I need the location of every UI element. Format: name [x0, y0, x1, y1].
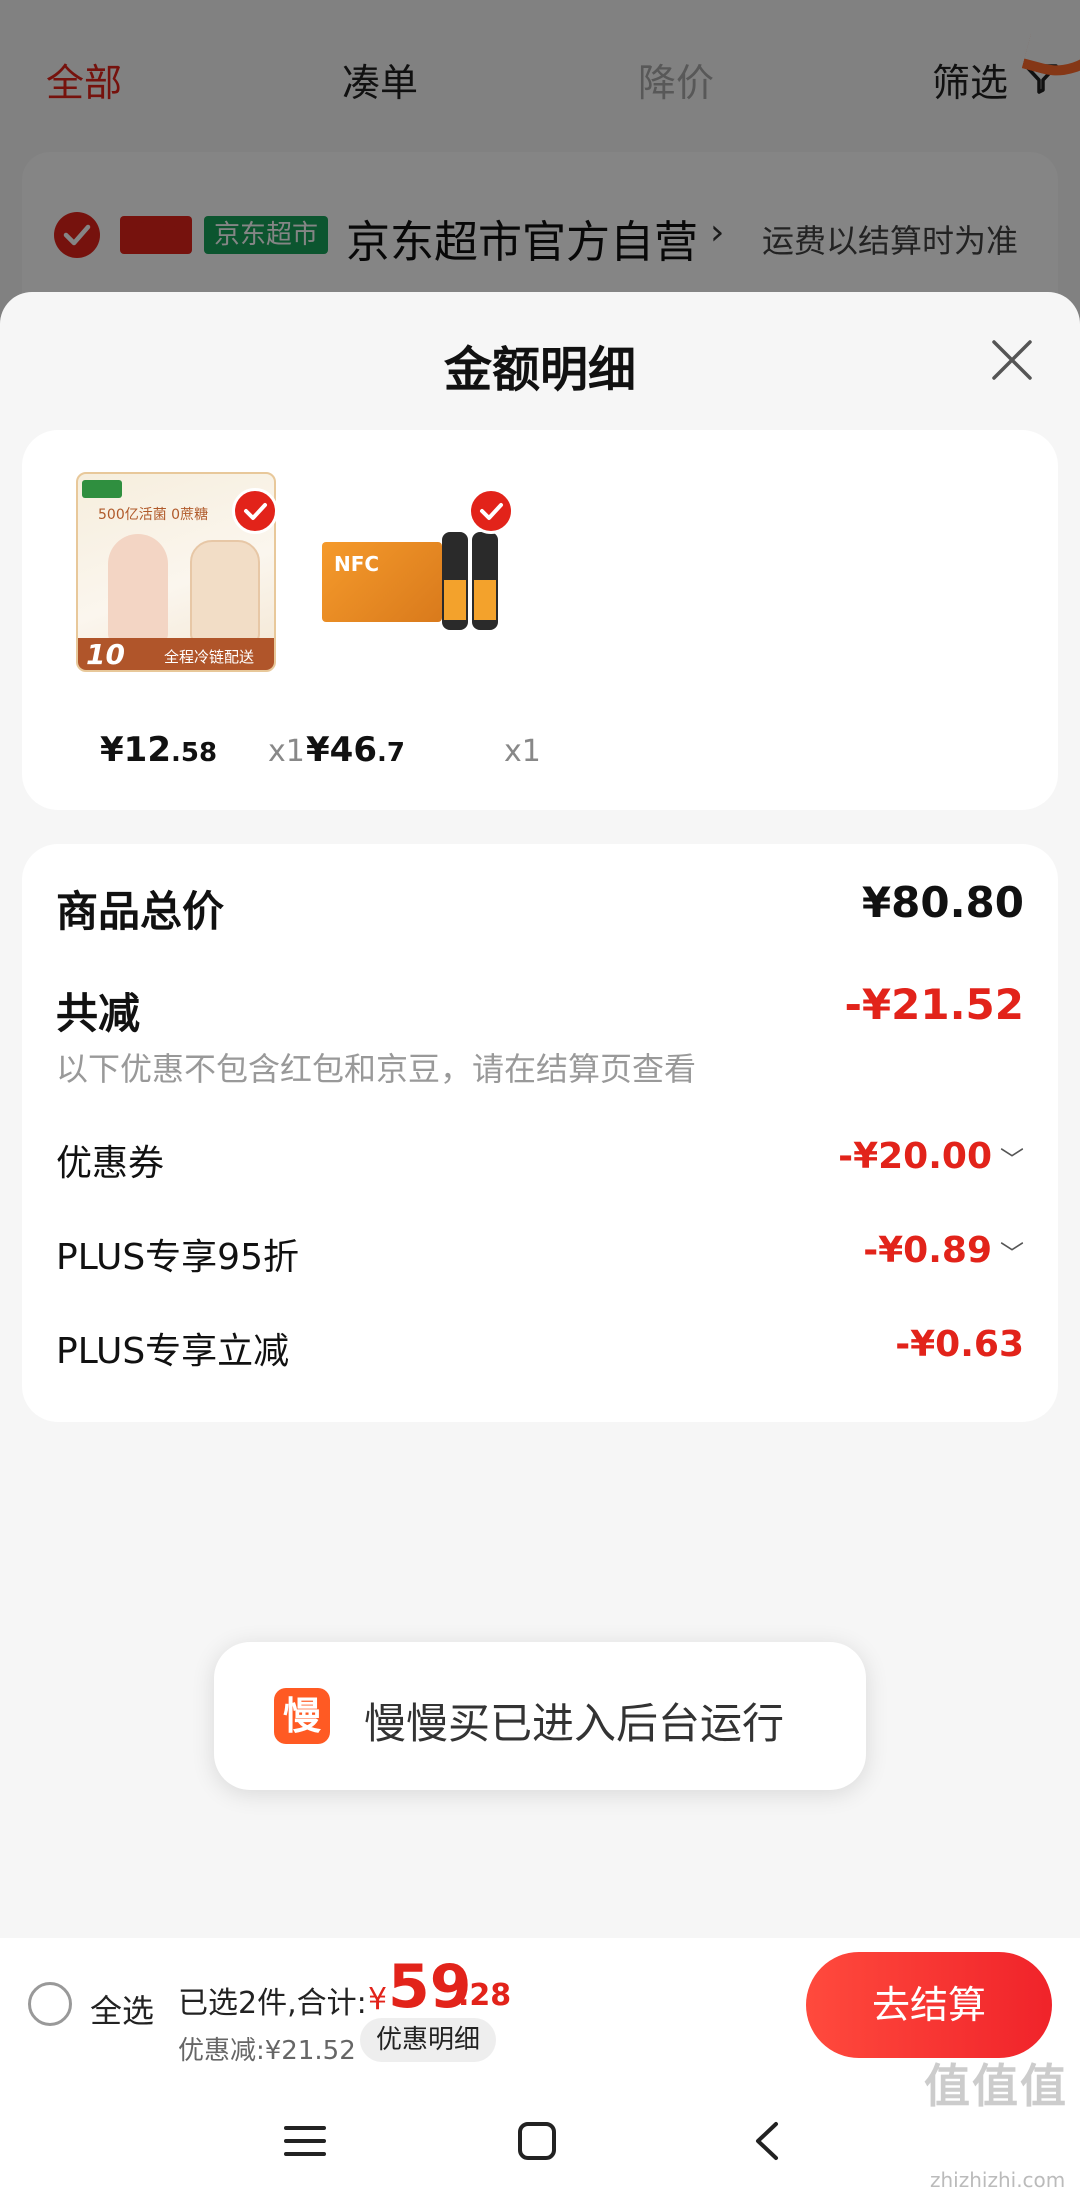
- toast-text: 慢慢买已进入后台运行: [364, 1699, 785, 1748]
- system-nav-bar: [0, 2076, 1080, 2205]
- coupon-label[interactable]: 优惠券: [56, 1134, 164, 1186]
- watermark: 值值值: [924, 2059, 1068, 2113]
- screen: 全部 凑单 降价 筛选 自营 京东超市 京东超市官方自营 › 运费以结算时为准 …: [0, 0, 1080, 2205]
- plus-reduce-value: -¥0.63: [895, 1324, 1024, 1365]
- total-price-label: 商品总价: [56, 887, 225, 936]
- product-image-badge: 10: [86, 638, 125, 671]
- product-card: 500亿活菌 0蔗糖 10 全程冷链配送 ¥12.58 x1 NFC ¥46.7…: [22, 430, 1058, 810]
- product-image-ribbon: 全程冷链配送: [164, 648, 255, 666]
- discount-summary: 优惠减:¥21.52: [178, 2036, 356, 2066]
- product-item[interactable]: NFC ¥46.7 x1: [292, 430, 541, 810]
- watermark-url: zhizhizhi.com: [930, 2168, 1066, 2192]
- checkout-bar: 全选 已选2件,合计: ¥ 59 .28 优惠减:¥21.52 优惠明细 去结算: [0, 1938, 1080, 2076]
- product-price: ¥46.7: [306, 730, 405, 770]
- select-all-label[interactable]: 全选: [90, 1986, 154, 2032]
- select-all-radio[interactable]: [28, 1982, 72, 2026]
- product-check-icon[interactable]: [468, 488, 514, 534]
- total-amount-dec: .28: [458, 1978, 512, 2013]
- back-icon[interactable]: [744, 2116, 794, 2166]
- menu-icon[interactable]: [280, 2116, 330, 2166]
- product-quantity: x1: [504, 734, 541, 769]
- product-image-caption: 500亿活菌 0蔗糖: [98, 507, 209, 523]
- checkout-button[interactable]: 去结算: [806, 1952, 1052, 2058]
- reduce-label: 共减: [56, 989, 141, 1038]
- amount-detail-sheet: 金额明细 500亿活菌 0蔗糖 10 全程冷链配送 ¥12.58 x1 NFC …: [0, 292, 1080, 2205]
- discount-detail-button[interactable]: 优惠明细: [360, 2018, 497, 2062]
- chevron-down-icon: ﹀: [1000, 1146, 1024, 1174]
- product-image-caption: NFC: [334, 552, 380, 576]
- chevron-down-icon: ﹀: [1000, 1240, 1024, 1268]
- background-run-toast: 慢 慢慢买已进入后台运行: [214, 1642, 866, 1790]
- price-detail-card: 商品总价 ¥80.80 共减 -¥21.52 以下优惠不包含红包和京豆，请在结算…: [22, 844, 1058, 1422]
- product-price: ¥12.58: [100, 730, 218, 770]
- reduce-value: -¥21.52: [844, 980, 1024, 1029]
- plus-discount-value[interactable]: -¥0.89 ﹀: [863, 1230, 1024, 1271]
- plus-discount-label[interactable]: PLUS专享95折: [56, 1228, 299, 1280]
- total-currency: ¥: [368, 1982, 388, 2017]
- sheet-title: 金额明细: [443, 342, 636, 398]
- home-icon[interactable]: [512, 2116, 562, 2166]
- manmanmai-logo-icon: 慢: [274, 1688, 330, 1744]
- reduce-note: 以下优惠不包含红包和京豆，请在结算页查看: [56, 1050, 697, 1088]
- close-icon[interactable]: [988, 336, 1036, 384]
- product-item[interactable]: 500亿活菌 0蔗糖 10 全程冷链配送 ¥12.58 x1: [56, 430, 305, 810]
- total-price-value: ¥80.80: [861, 878, 1024, 927]
- coupon-value[interactable]: -¥20.00 ﹀: [838, 1136, 1024, 1177]
- selected-summary: 已选2件,合计:: [178, 1986, 367, 2021]
- product-check-icon[interactable]: [232, 488, 278, 534]
- plus-reduce-label: PLUS专享立减: [56, 1331, 290, 1372]
